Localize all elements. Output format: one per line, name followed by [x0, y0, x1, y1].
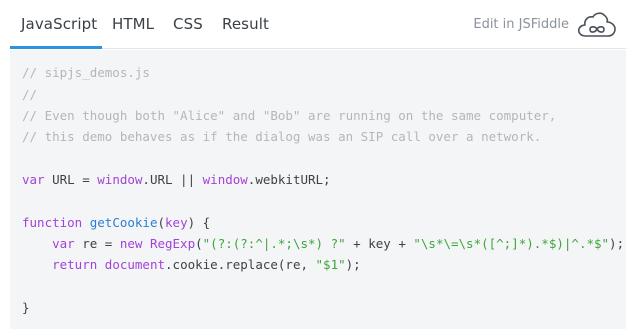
keyword: var	[22, 172, 45, 187]
code-text: (	[157, 215, 166, 230]
edit-in-jsfiddle-link[interactable]: Edit in JSFiddle	[473, 17, 569, 32]
function-name: getCookie	[89, 215, 158, 230]
code-text: );	[609, 236, 625, 251]
code-panel[interactable]: // sipjs_demos.js // // Even though both…	[10, 50, 626, 329]
active-tab-indicator	[10, 46, 102, 49]
code-text: re =	[74, 236, 120, 251]
code-text: + key +	[345, 236, 414, 251]
tab-javascript[interactable]: JavaScript	[21, 15, 97, 33]
code-line-6: function getCookie(key) {	[22, 215, 210, 231]
code-text: URL =	[44, 172, 98, 187]
tab-bar: JavaScript HTML CSS Result Edit in JSFid…	[10, 0, 626, 49]
jsfiddle-embed: JavaScript HTML CSS Result Edit in JSFid…	[0, 0, 638, 329]
tab-html[interactable]: HTML	[112, 15, 154, 33]
code-line-9: }	[22, 300, 30, 315]
code-text: );	[345, 257, 361, 272]
tab-css[interactable]: CSS	[173, 15, 203, 33]
code-line-4: // this demo behaves as if the dialog wa…	[22, 129, 542, 144]
code-line-1: // sipjs_demos.js	[22, 65, 150, 80]
builtin: window	[202, 172, 248, 187]
param-name: key	[165, 215, 188, 230]
keyword: var	[52, 236, 75, 251]
code-line-3: // Even though both "Alice" and "Bob" ar…	[22, 108, 557, 123]
code-text: .URL ||	[142, 172, 203, 187]
code-text: .cookie.replace(re,	[165, 257, 316, 272]
string-literal: "\s*\=\s*([^;]*).*$)|^.*$"	[413, 236, 610, 251]
builtin: window	[97, 172, 143, 187]
builtin: RegExp	[149, 236, 196, 251]
code-line-7: var re = new RegExp("(?:(?:^|.*;\s*) ?" …	[22, 236, 624, 252]
code-text: (	[195, 236, 203, 251]
keyword: new	[119, 236, 143, 251]
code-text: ) {	[187, 215, 211, 230]
tab-result[interactable]: Result	[222, 15, 269, 33]
code-line-5: var URL = window.URL || window.webkitURL…	[22, 172, 331, 188]
jsfiddle-cloud-icon[interactable]	[576, 10, 618, 40]
builtin: document	[104, 257, 166, 272]
code-line-2: //	[22, 87, 38, 102]
code-text: .webkitURL;	[247, 172, 331, 187]
keyword: return	[52, 257, 98, 272]
keyword: function	[22, 215, 83, 230]
string-literal: "(?:(?:^|.*;\s*) ?"	[202, 236, 346, 251]
string-literal: "$1"	[315, 257, 346, 272]
code-line-8: return document.cookie.replace(re, "$1")…	[22, 257, 361, 273]
